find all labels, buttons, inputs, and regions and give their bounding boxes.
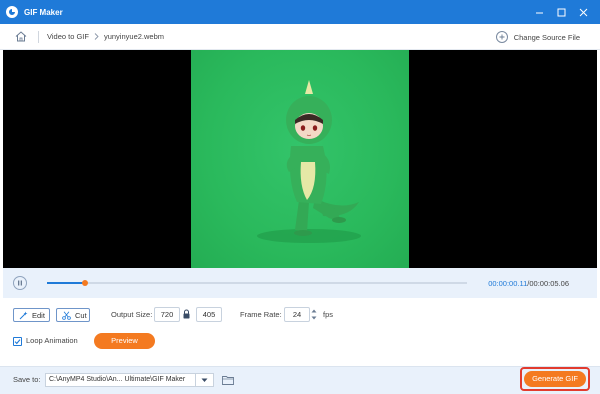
timeline-handle[interactable] bbox=[81, 280, 88, 286]
app-logo-icon bbox=[6, 6, 18, 18]
breadcrumb: Video to GIF yunyinyue2.webm Change Sour… bbox=[0, 24, 600, 50]
chevron-right-icon bbox=[94, 33, 99, 40]
output-width-input[interactable]: 720 bbox=[154, 307, 180, 322]
current-time: 00:00:00.11 bbox=[488, 278, 528, 288]
save-to-label: Save to: bbox=[13, 375, 41, 384]
title-bar: GIF Maker bbox=[0, 0, 600, 24]
video-preview bbox=[3, 50, 597, 268]
plus-icon bbox=[495, 31, 508, 43]
frame-rate-input[interactable]: 24 bbox=[284, 307, 310, 322]
lock-icon[interactable] bbox=[183, 309, 190, 321]
pause-icon[interactable] bbox=[13, 276, 27, 290]
fps-label: fps bbox=[323, 310, 334, 319]
preview-button[interactable]: Preview bbox=[94, 333, 155, 349]
edit-label: Edit bbox=[32, 310, 45, 320]
generate-gif-button[interactable]: Generate GIF bbox=[524, 371, 586, 387]
breadcrumb-file: yunyinyue2.webm bbox=[103, 32, 165, 41]
loop-animation-label[interactable]: Loop Animation bbox=[26, 335, 78, 347]
window-controls bbox=[528, 0, 594, 24]
breadcrumb-section[interactable]: Video to GIF bbox=[47, 32, 89, 41]
gif-settings-panel: Edit Cut Output Size: 720 405 Frame Rate… bbox=[0, 298, 600, 366]
video-character-image bbox=[257, 80, 361, 243]
output-size-label: Output Size: bbox=[111, 310, 153, 319]
change-source-button[interactable]: Change Source File bbox=[495, 24, 580, 50]
magic-wand-icon bbox=[19, 311, 28, 320]
window-title: GIF Maker bbox=[24, 7, 63, 17]
timeline-slider[interactable] bbox=[47, 280, 467, 286]
frame-rate-stepper[interactable] bbox=[310, 307, 318, 322]
frame-rate-label: Frame Rate: bbox=[240, 310, 282, 319]
cut-button[interactable]: Cut bbox=[56, 308, 90, 322]
edit-button[interactable]: Edit bbox=[13, 308, 50, 322]
minimize-icon[interactable] bbox=[528, 0, 550, 24]
maximize-icon[interactable] bbox=[550, 0, 572, 24]
timeline-progress bbox=[47, 282, 85, 284]
generate-gif-highlight: Generate GIF bbox=[520, 367, 590, 391]
output-height-input[interactable]: 405 bbox=[196, 307, 222, 322]
save-bar: Save to: C:\AnyMP4 Studio\An... Ultimate… bbox=[0, 366, 600, 394]
video-frame bbox=[191, 50, 409, 268]
change-source-label: Change Source File bbox=[513, 32, 580, 42]
close-icon[interactable] bbox=[572, 0, 594, 24]
scissors-icon bbox=[62, 311, 71, 320]
chevron-down-icon[interactable] bbox=[196, 373, 214, 387]
cut-label: Cut bbox=[75, 310, 87, 320]
player-controls: 00:00:00.11 / 00:00:05.06 bbox=[3, 268, 597, 298]
breadcrumb-divider bbox=[38, 30, 39, 43]
folder-icon[interactable] bbox=[221, 373, 235, 387]
home-icon[interactable] bbox=[14, 30, 28, 44]
save-path-field[interactable]: C:\AnyMP4 Studio\An... Ultimate\GIF Make… bbox=[45, 373, 196, 387]
loop-animation-checkbox[interactable] bbox=[13, 337, 22, 346]
time-readout: 00:00:00.11 / 00:00:05.06 bbox=[488, 268, 569, 298]
total-time: 00:00:05.06 bbox=[529, 278, 569, 288]
